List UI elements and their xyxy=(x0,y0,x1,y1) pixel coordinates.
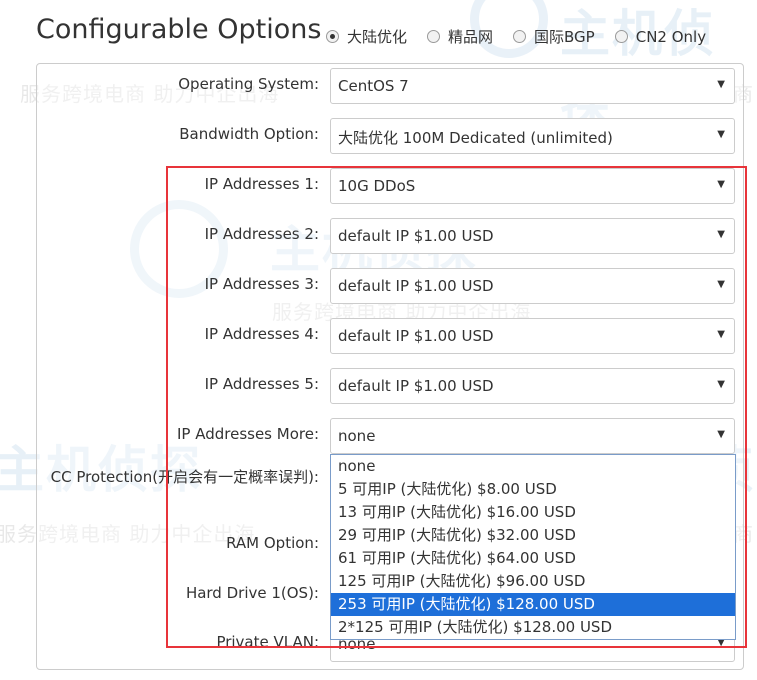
caret-down-icon: ▼ xyxy=(717,229,725,240)
caret-down-icon: ▼ xyxy=(717,329,725,340)
dropdown-option[interactable]: 13 可用IP (大陆优化) $16.00 USD xyxy=(331,501,735,524)
dropdown-option[interactable]: none xyxy=(331,455,735,478)
radio-label: 大陆优化 xyxy=(347,28,408,46)
ip3-select[interactable]: default IP $1.00 USD ▼ xyxy=(330,268,735,304)
ip2-label: IP Addresses 2: xyxy=(204,225,319,243)
ip3-label: IP Addresses 3: xyxy=(204,275,319,293)
region-radio-mainland[interactable]: 大陆优化 xyxy=(326,26,407,47)
region-radio-premium[interactable]: 精品网 xyxy=(427,26,493,47)
select-value: default IP $1.00 USD xyxy=(338,277,494,295)
caret-down-icon: ▼ xyxy=(717,379,725,390)
ip2-select[interactable]: default IP $1.00 USD ▼ xyxy=(330,218,735,254)
ip-more-select[interactable]: none ▼ xyxy=(330,418,735,454)
hard-drive-label: Hard Drive 1(OS): xyxy=(185,584,319,602)
ip4-select[interactable]: default IP $1.00 USD ▼ xyxy=(330,318,735,354)
cc-protection-label: CC Protection(开启会有一定概率误判): xyxy=(50,468,319,486)
select-value: default IP $1.00 USD xyxy=(338,377,494,395)
select-value: 10G DDoS xyxy=(338,177,416,195)
ip5-select[interactable]: default IP $1.00 USD ▼ xyxy=(330,368,735,404)
caret-down-icon: ▼ xyxy=(717,279,725,290)
dropdown-option[interactable]: 61 可用IP (大陆优化) $64.00 USD xyxy=(331,547,735,570)
ip1-select[interactable]: 10G DDoS ▼ xyxy=(330,168,735,204)
radio-checked-icon[interactable] xyxy=(326,30,339,43)
select-value: none xyxy=(338,427,376,445)
bandwidth-label: Bandwidth Option: xyxy=(179,125,319,143)
radio-unchecked-icon[interactable] xyxy=(614,30,628,43)
caret-down-icon: ▼ xyxy=(717,429,725,440)
dropdown-option[interactable]: 29 可用IP (大陆优化) $32.00 USD xyxy=(331,524,735,547)
select-value: default IP $1.00 USD xyxy=(338,227,494,245)
os-label: Operating System: xyxy=(178,75,319,93)
radio-label: 国际BGP xyxy=(534,28,595,46)
select-value: 大陆优化 100M Dedicated (unlimited) xyxy=(338,129,613,147)
bandwidth-select[interactable]: 大陆优化 100M Dedicated (unlimited) ▼ xyxy=(330,118,735,154)
os-select[interactable]: CentOS 7 ▼ xyxy=(330,68,735,104)
caret-down-icon: ▼ xyxy=(717,179,725,190)
ip1-label: IP Addresses 1: xyxy=(204,175,319,193)
region-radio-cn2[interactable]: CN2 Only xyxy=(614,26,707,47)
dropdown-option[interactable]: 125 可用IP (大陆优化) $96.00 USD xyxy=(331,570,735,593)
dropdown-option-selected[interactable]: 253 可用IP (大陆优化) $128.00 USD xyxy=(331,593,735,616)
region-radio-bgp[interactable]: 国际BGP xyxy=(513,26,595,47)
select-value: default IP $1.00 USD xyxy=(338,327,494,345)
page-title: Configurable Options xyxy=(36,14,322,45)
ip-more-dropdown-list: none 5 可用IP (大陆优化) $8.00 USD 13 可用IP (大陆… xyxy=(330,454,736,640)
caret-down-icon: ▼ xyxy=(717,129,725,140)
ram-label: RAM Option: xyxy=(226,534,319,552)
caret-down-icon: ▼ xyxy=(717,79,725,90)
radio-label: CN2 Only xyxy=(635,27,707,46)
ip-more-label: IP Addresses More: xyxy=(176,425,319,443)
radio-unchecked-icon[interactable] xyxy=(427,30,441,43)
region-radio-group: 大陆优化 精品网 国际BGP CN2 Only xyxy=(326,26,726,47)
ip4-label: IP Addresses 4: xyxy=(204,325,319,343)
dropdown-option[interactable]: 2*125 可用IP (大陆优化) $128.00 USD xyxy=(331,616,735,639)
radio-unchecked-icon[interactable] xyxy=(513,30,527,43)
private-vlan-label: Private VLAN: xyxy=(216,633,319,651)
ip5-label: IP Addresses 5: xyxy=(204,375,319,393)
radio-label: 精品网 xyxy=(448,28,494,46)
select-value: CentOS 7 xyxy=(338,77,409,95)
dropdown-option[interactable]: 5 可用IP (大陆优化) $8.00 USD xyxy=(331,478,735,501)
